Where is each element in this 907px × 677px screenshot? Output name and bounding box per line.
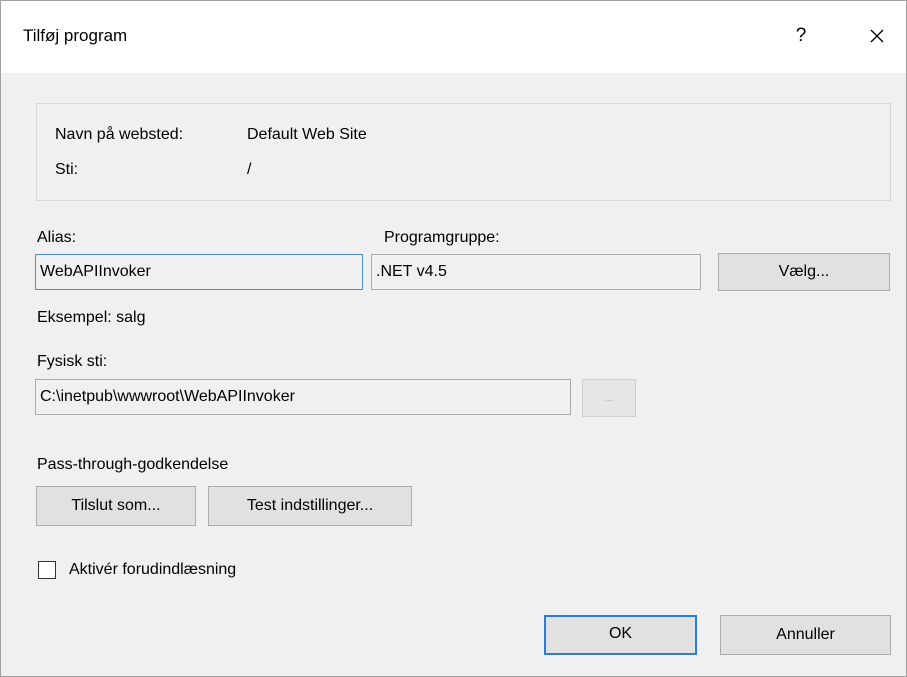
alias-label: Alias: [37,229,77,246]
pass-through-label: Pass-through-godkendelse [37,456,229,473]
add-application-dialog: Tilføj program ? Navn på websted: Defaul… [0,0,907,677]
preload-label: Aktivér forudindlæsning [69,561,237,578]
app-pool-field: .NET v4.5 [371,254,701,290]
ok-button[interactable]: OK [544,615,697,655]
close-button[interactable] [853,18,901,54]
physical-path-input[interactable]: C:\inetpub\wwwroot\WebAPIInvoker [35,379,571,415]
select-app-pool-button[interactable]: Vælg... [718,253,890,291]
help-button[interactable]: ? [781,18,821,54]
title-bar: Tilføj program ? [1,1,906,73]
app-pool-label: Programgruppe: [384,229,500,246]
path-value: / [247,161,252,178]
site-name-value: Default Web Site [247,126,367,143]
connect-as-button[interactable]: Tilslut som... [36,486,196,526]
path-label: Sti: [55,161,79,178]
close-icon [870,29,884,43]
cancel-button[interactable]: Annuller [720,615,891,655]
site-name-label: Navn på websted: [55,126,184,143]
alias-input[interactable]: WebAPIInvoker [35,254,363,290]
site-info-box: Navn på websted: Default Web Site Sti: / [36,103,891,201]
alias-example: Eksempel: salg [37,309,146,326]
preload-checkbox[interactable] [38,561,56,579]
physical-path-label: Fysisk sti: [37,353,108,370]
test-settings-button[interactable]: Test indstillinger... [208,486,412,526]
dialog-title: Tilføj program [23,26,128,45]
browse-path-button[interactable]: ... [582,379,636,417]
